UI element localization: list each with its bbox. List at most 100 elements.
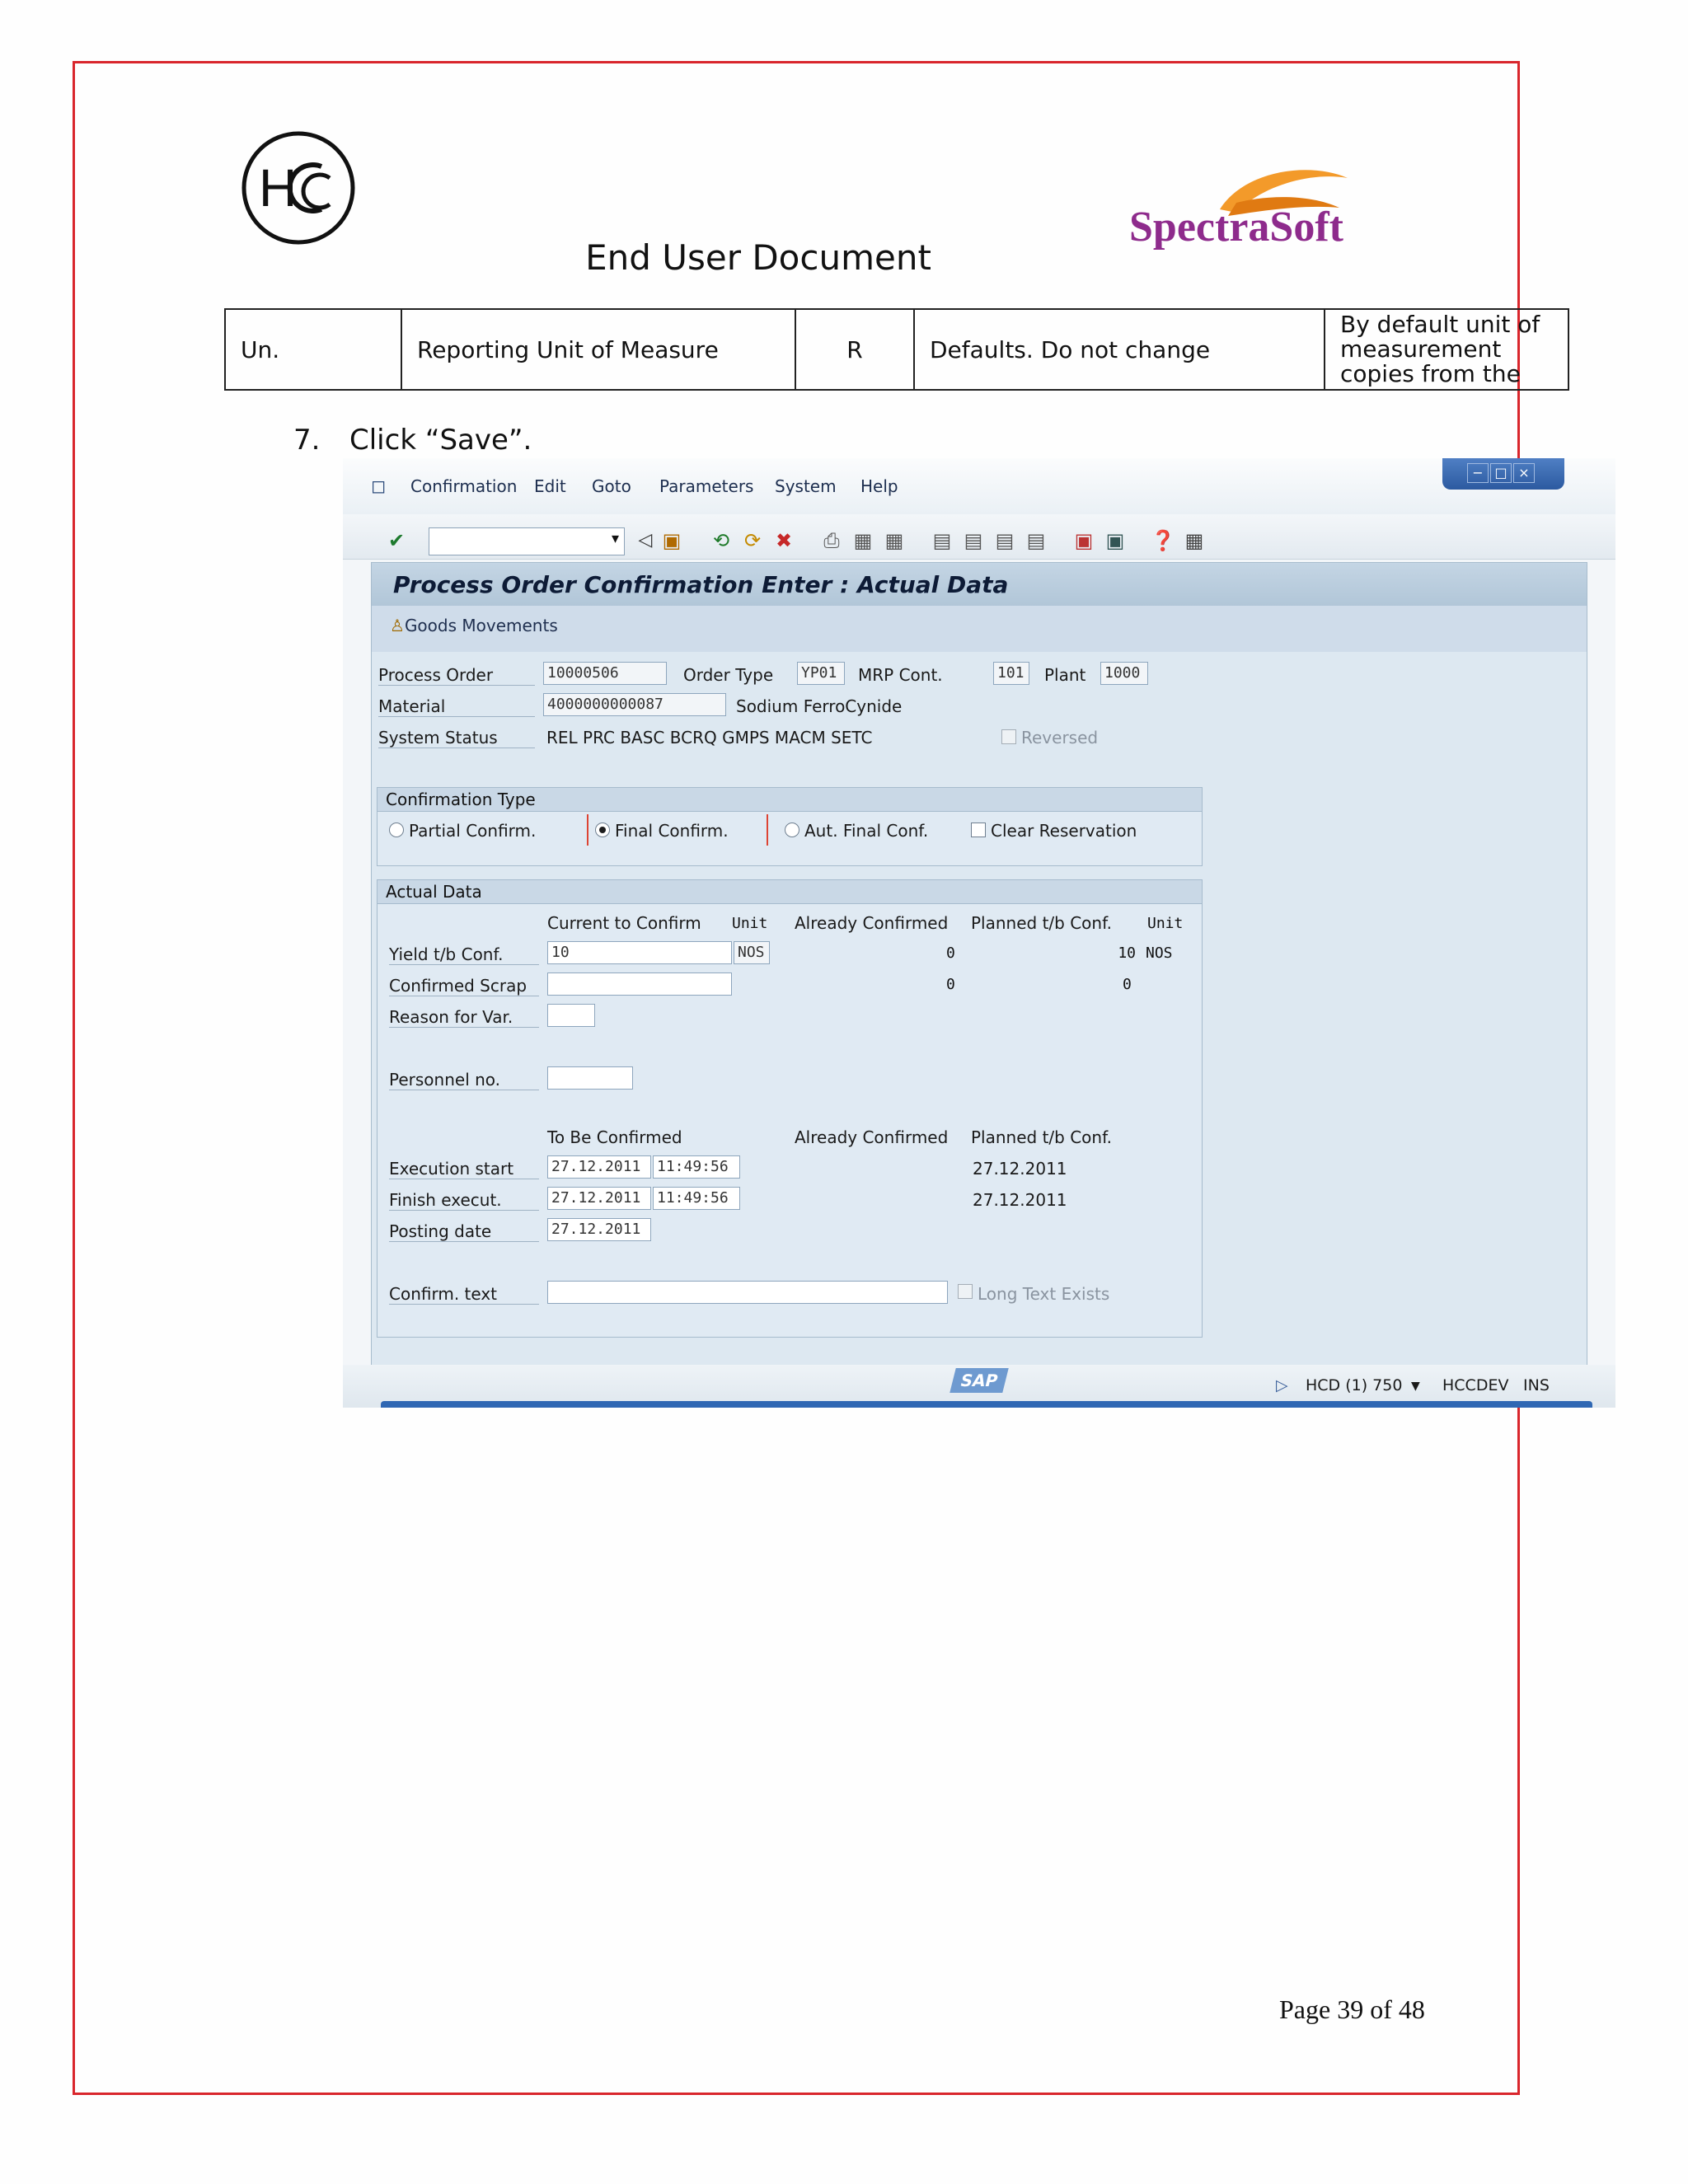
first-page-icon[interactable]: ▤ (930, 527, 954, 554)
cancel-icon[interactable]: ✖ (771, 527, 796, 554)
material-field[interactable]: 4000000000087 (543, 693, 726, 716)
print-icon[interactable]: ⎙ (819, 527, 844, 554)
application-toolbar: ♙Goods Movements (372, 606, 1587, 653)
menu-goto[interactable]: Goto (592, 476, 631, 496)
menu-system[interactable]: System (775, 476, 837, 496)
reason-for-variance-input[interactable] (547, 1004, 595, 1027)
spectrasoft-logo: SpectraSoft (1121, 162, 1368, 260)
execution-start-planned: 27.12.2011 (973, 1159, 1067, 1179)
posting-date-input[interactable]: 27.12.2011 (547, 1218, 651, 1241)
step-instruction: 7. Click “Save”. (293, 424, 532, 457)
system-dropdown-icon[interactable]: ▼ (1411, 1380, 1420, 1393)
table-cell: Defaults. Do not change (913, 308, 1325, 391)
reversed-checkbox[interactable] (1001, 729, 1016, 744)
status-expand-icon[interactable]: ▷ (1276, 1376, 1288, 1394)
minimize-icon[interactable]: − (1467, 463, 1489, 483)
document-title: End User Document (585, 237, 931, 278)
yield-input[interactable]: 10 (547, 941, 732, 964)
column-unit-2: Unit (1147, 915, 1184, 932)
status-bar-accent (381, 1401, 1592, 1408)
posting-date-label: Posting date (389, 1221, 539, 1242)
long-text-exists-label: Long Text Exists (978, 1284, 1110, 1304)
aut-final-conf-radio[interactable] (785, 823, 799, 837)
column-current-to-confirm: Current to Confirm (547, 913, 701, 933)
chevron-down-icon[interactable]: ▾ (612, 530, 619, 547)
execution-start-time[interactable]: 11:49:56 (653, 1155, 740, 1179)
column-planned-2: Planned t/b Conf. (971, 1127, 1113, 1147)
table-row: Un. Reporting Unit of Measure R Defaults… (224, 308, 1569, 391)
reversed-label: Reversed (1021, 728, 1099, 748)
clear-reservation-checkbox[interactable] (971, 823, 986, 837)
final-confirm-label: Final Confirm. (615, 821, 729, 841)
finish-execution-time[interactable]: 11:49:56 (653, 1187, 740, 1210)
execution-start-date[interactable]: 27.12.2011 (547, 1155, 651, 1179)
plant-field[interactable]: 1000 (1100, 662, 1148, 685)
exit-icon[interactable]: ⟳ (740, 527, 765, 554)
scrap-already-confirmed: 0 (946, 976, 955, 993)
previous-page-icon[interactable]: ▤ (961, 527, 986, 554)
table-cell: Un. (224, 308, 402, 391)
help-icon[interactable]: ❓ (1151, 527, 1175, 554)
close-icon[interactable]: × (1513, 463, 1535, 483)
reason-for-variance-label: Reason for Var. (389, 1007, 539, 1028)
menu-confirmation[interactable]: Confirmation (410, 476, 517, 496)
spectrasoft-wordmark: SpectraSoft (1129, 204, 1344, 251)
system-status-value: REL PRC BASC BCRQ GMPS MACM SETC (546, 728, 873, 748)
process-order-field[interactable]: 10000506 (543, 662, 667, 685)
column-already-confirmed: Already Confirmed (795, 913, 949, 933)
system-status-label: System Status (378, 728, 535, 748)
sap-logo: SAP (950, 1368, 1009, 1393)
enter-check-icon[interactable]: ✔ (384, 527, 409, 554)
menu-help[interactable]: Help (860, 476, 898, 496)
yield-planned-unit: NOS (1146, 944, 1173, 962)
plant-label: Plant (1044, 665, 1086, 685)
column-already-confirmed-2: Already Confirmed (795, 1127, 949, 1147)
long-text-exists-checkbox[interactable] (958, 1284, 973, 1299)
finish-execution-date[interactable]: 27.12.2011 (547, 1187, 651, 1210)
yield-label: Yield t/b Conf. (389, 944, 539, 965)
menu-edit[interactable]: Edit (534, 476, 566, 496)
step-number: 7. (293, 424, 321, 457)
layout-menu-icon[interactable]: ▦ (1182, 527, 1207, 554)
goods-movements-button[interactable]: ♙Goods Movements (390, 616, 558, 635)
next-page-icon[interactable]: ▤ (992, 527, 1017, 554)
actual-data-group: Actual Data Current to Confirm Unit Alre… (377, 879, 1203, 1338)
menu-icon[interactable]: ◻ (371, 476, 386, 497)
table-cell: R (795, 308, 915, 391)
save-icon[interactable]: ▣ (659, 527, 684, 554)
yield-unit-field[interactable]: NOS (734, 941, 770, 964)
process-order-label: Process Order (378, 665, 535, 686)
aut-final-conf-label: Aut. Final Conf. (804, 821, 929, 841)
find-icon[interactable]: ▦ (851, 527, 875, 554)
shortcut-icon[interactable]: ▣ (1103, 527, 1128, 554)
table-cell: Reporting Unit of Measure (401, 308, 796, 391)
order-type-field[interactable]: YP01 (797, 662, 845, 685)
system-info[interactable]: HCD (1) 750 (1306, 1376, 1402, 1394)
maximize-icon[interactable]: □ (1490, 463, 1512, 483)
finish-execution-planned: 27.12.2011 (973, 1190, 1067, 1210)
personnel-no-label: Personnel no. (389, 1070, 539, 1090)
finish-execution-label: Finish execut. (389, 1190, 539, 1211)
command-field[interactable]: ▾ (429, 527, 625, 555)
execution-start-label: Execution start (389, 1159, 539, 1179)
screen-area: Process Order Confirmation Enter : Actua… (371, 562, 1587, 1370)
clear-reservation-label: Clear Reservation (991, 821, 1137, 841)
partial-confirm-radio[interactable] (389, 823, 404, 837)
personnel-no-input[interactable] (547, 1066, 633, 1090)
field-table: Un. Reporting Unit of Measure R Defaults… (224, 308, 1569, 391)
mrp-controller-field[interactable]: 101 (993, 662, 1029, 685)
menu-parameters[interactable]: Parameters (659, 476, 753, 496)
find-next-icon[interactable]: ▦ (882, 527, 907, 554)
confirmed-scrap-input[interactable] (547, 972, 732, 996)
insert-mode: INS (1523, 1376, 1550, 1394)
back-icon[interactable]: ⟲ (709, 527, 734, 554)
confirmation-text-input[interactable] (547, 1281, 948, 1304)
partial-confirm-label: Partial Confirm. (409, 821, 537, 841)
material-label: Material (378, 696, 535, 717)
final-confirm-radio[interactable] (595, 823, 610, 837)
screen-title: Process Order Confirmation Enter : Actua… (393, 571, 1009, 598)
back-arrow-icon[interactable]: ◁ (633, 527, 658, 554)
last-page-icon[interactable]: ▤ (1024, 527, 1048, 554)
new-session-icon[interactable]: ▣ (1071, 527, 1096, 554)
actual-data-title: Actual Data (377, 880, 1202, 904)
